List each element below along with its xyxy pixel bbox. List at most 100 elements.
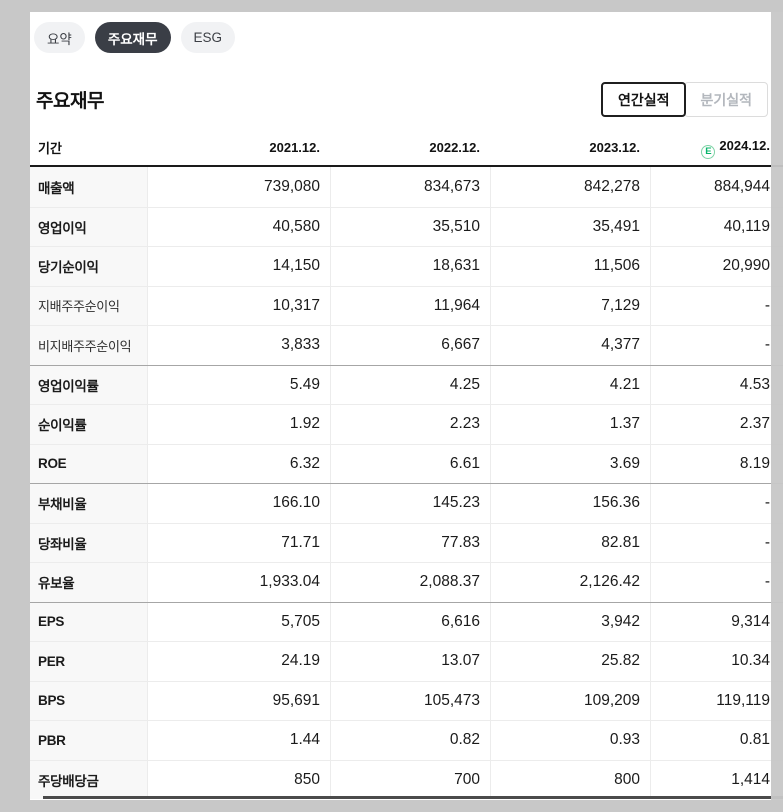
value-cell: -	[650, 523, 783, 562]
table-row: 매출액 739,080 834,673 842,278 884,944	[30, 167, 783, 207]
section-tabs: 요약 주요재무 ESG	[34, 22, 783, 53]
table-row: ROE 6.32 6.61 3.69 8.19	[30, 443, 783, 483]
row-label: 순이익률	[30, 405, 147, 444]
annual-results-button[interactable]: 연간실적	[600, 82, 687, 117]
value-cell: 13.07	[330, 642, 490, 681]
table-row: 지배주주순이익 10,317 11,964 7,129-	[30, 285, 783, 325]
value-cell: 884,944	[650, 167, 783, 207]
value-cell: 6.32	[147, 444, 330, 483]
tab-summary[interactable]: 요약	[34, 22, 85, 53]
column-header-202112: 2021.12.	[269, 140, 320, 155]
value-cell: 1,414	[650, 760, 783, 799]
value-cell: 2.37	[650, 405, 783, 444]
value-cell: 11,506	[490, 247, 650, 286]
value-cell: 25.82	[490, 642, 650, 681]
value-cell: 1.92	[147, 405, 330, 444]
row-label: PER	[30, 642, 147, 681]
value-cell: 71.71	[147, 523, 330, 562]
table-row: 주당배당금 850 700 800 1,414	[30, 759, 783, 799]
value-cell: 2,088.37	[330, 563, 490, 602]
value-cell: 11,964	[330, 286, 490, 325]
column-header-202412: E 2024.12.	[650, 138, 783, 159]
table-row: 순이익률 1.92 2.23 1.37 2.37	[30, 404, 783, 444]
value-cell: 166.10	[147, 484, 330, 523]
value-cell: 40,580	[147, 207, 330, 246]
row-label: 주당배당금	[30, 760, 147, 799]
value-cell: 3,942	[490, 602, 650, 641]
value-cell: 82.81	[490, 523, 650, 562]
table-row: PER 24.19 13.07 25.82 10.34	[30, 641, 783, 681]
value-cell: 24.19	[147, 642, 330, 681]
value-cell: 8.19	[650, 444, 783, 483]
value-cell: 119,119	[650, 681, 783, 720]
value-cell: 0.81	[650, 721, 783, 760]
value-cell: 2,126.42	[490, 563, 650, 602]
vertical-scrollbar[interactable]	[771, 12, 783, 800]
table-row: 영업이익률 5.49 4.25 4.21 4.53	[30, 364, 783, 404]
value-cell: 145.23	[330, 484, 490, 523]
row-label: 영업이익	[30, 207, 147, 246]
row-label: 유보율	[30, 563, 147, 602]
value-cell: 739,080	[147, 167, 330, 207]
value-cell: 9,314	[650, 602, 783, 641]
table-row: EPS 5,705 6,616 3,942 9,314	[30, 601, 783, 641]
value-cell: 850	[147, 760, 330, 799]
value-cell: 0.93	[490, 721, 650, 760]
value-cell: 842,278	[490, 167, 650, 207]
value-cell: -	[650, 563, 783, 602]
value-cell: 77.83	[330, 523, 490, 562]
horizontal-scrollbar-thumb[interactable]	[43, 796, 783, 799]
value-cell: -	[650, 326, 783, 365]
value-cell: 1,933.04	[147, 563, 330, 602]
value-cell: 800	[490, 760, 650, 799]
period-header-label: 기간	[38, 141, 62, 156]
value-cell: 4.53	[650, 365, 783, 404]
value-cell: 18,631	[330, 247, 490, 286]
row-label: BPS	[30, 681, 147, 720]
value-cell: 5,705	[147, 602, 330, 641]
row-label: PBR	[30, 721, 147, 760]
table-row: 비지배주주순이익 3,833 6,667 4,377-	[30, 325, 783, 365]
row-label: 비지배주주순이익	[30, 326, 147, 365]
table-row: 당기순이익 14,150 18,631 11,506 20,990	[30, 246, 783, 286]
value-cell: -	[650, 484, 783, 523]
period-toggle: 연간실적 분기실적	[600, 82, 768, 117]
table-row: 유보율 1,933.04 2,088.37 2,126.42-	[30, 562, 783, 602]
row-label: 당기순이익	[30, 247, 147, 286]
value-cell: 5.49	[147, 365, 330, 404]
tab-esg[interactable]: ESG	[180, 22, 236, 53]
table-row: 영업이익 40,580 35,510 35,491 40,119	[30, 206, 783, 246]
value-cell: 10,317	[147, 286, 330, 325]
value-cell: 6,616	[330, 602, 490, 641]
value-cell: 14,150	[147, 247, 330, 286]
value-cell: 35,491	[490, 207, 650, 246]
value-cell: 1.44	[147, 721, 330, 760]
value-cell: 40,119	[650, 207, 783, 246]
row-label: 영업이익률	[30, 365, 147, 404]
tab-key-financials[interactable]: 주요재무	[94, 22, 171, 53]
row-label: EPS	[30, 602, 147, 641]
financials-table: 기간 2021.12. 2022.12. 2023.12. E 2024.12. 매출액…	[30, 130, 783, 799]
table-row: 부채비율 166.10 145.23 156.36-	[30, 483, 783, 523]
value-cell: 6,667	[330, 326, 490, 365]
page-title: 주요재무	[36, 91, 104, 112]
value-cell: 3.69	[490, 444, 650, 483]
table-row: 당좌비율 71.71 77.83 82.81-	[30, 522, 783, 562]
column-header-202312: 2023.12.	[589, 140, 640, 155]
value-cell: 95,691	[147, 681, 330, 720]
value-cell: 4.21	[490, 365, 650, 404]
quarterly-results-button[interactable]: 분기실적	[684, 82, 768, 117]
value-cell: 3,833	[147, 326, 330, 365]
value-cell: 4,377	[490, 326, 650, 365]
column-header-202212: 2022.12.	[429, 140, 480, 155]
section-header: 주요재무 연간실적 분기실적	[36, 82, 768, 117]
row-label: 매출액	[30, 167, 147, 207]
row-label: 지배주주순이익	[30, 286, 147, 325]
value-cell: 6.61	[330, 444, 490, 483]
row-label: 당좌비율	[30, 523, 147, 562]
row-label: 부채비율	[30, 484, 147, 523]
value-cell: 834,673	[330, 167, 490, 207]
value-cell: -	[650, 286, 783, 325]
row-label: ROE	[30, 444, 147, 483]
table-header-row: 기간 2021.12. 2022.12. 2023.12. E 2024.12.	[30, 130, 783, 167]
